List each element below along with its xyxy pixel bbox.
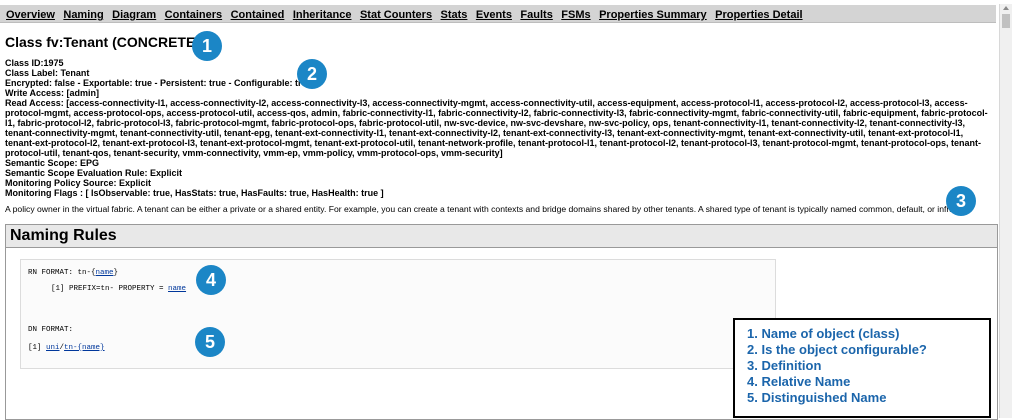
callout-badge-5: 5 — [195, 327, 225, 357]
dn-index: [1] — [28, 344, 47, 352]
write-access: Write Access: [admin] — [5, 88, 100, 98]
legend-item-2: 2. Is the object configurable? — [747, 342, 927, 357]
page-title: Class fv:Tenant (CONCRETE) — [5, 34, 200, 50]
naming-rules-header: Naming Rules — [6, 225, 997, 248]
nav-containers[interactable]: Containers — [165, 9, 222, 21]
scroll-up-arrow-icon[interactable] — [1003, 6, 1009, 10]
legend-item-5: 5. Distinguished Name — [747, 390, 887, 405]
legend-item-4: 4. Relative Name — [747, 374, 851, 389]
dn-format-line: [1] uni/tn-{name} — [28, 344, 105, 352]
class-label: Class Label: Tenant — [5, 68, 90, 78]
monitoring-flags: Monitoring Flags : [ IsObservable: true,… — [5, 188, 384, 198]
class-description: A policy owner in the virtual fabric. A … — [5, 204, 957, 214]
nav-properties-summary[interactable]: Properties Summary — [599, 9, 707, 21]
vertical-scrollbar[interactable] — [999, 4, 1012, 418]
naming-rules-heading: Naming Rules — [10, 227, 117, 244]
callout-badge-1: 1 — [192, 31, 222, 61]
nav-naming[interactable]: Naming — [63, 9, 103, 21]
nav-contained[interactable]: Contained — [231, 9, 285, 21]
nav-properties-detail[interactable]: Properties Detail — [715, 9, 802, 21]
rn-property-line: [1] PREFIX=tn- PROPERTY = name — [51, 285, 186, 293]
semantic-scope-rule: Semantic Scope Evaluation Rule: Explicit — [5, 168, 183, 178]
nav-diagram[interactable]: Diagram — [112, 9, 156, 21]
nav-fsms[interactable]: FSMs — [561, 9, 590, 21]
callout-badge-4: 4 — [196, 265, 226, 295]
rn-format-label: RN FORMAT: tn-{ — [28, 269, 96, 277]
rn-name-link[interactable]: name — [96, 269, 114, 277]
nav-overview[interactable]: Overview — [6, 9, 55, 21]
rn-format-line: RN FORMAT: tn-{name} — [28, 269, 118, 277]
scrollbar-thumb[interactable] — [1002, 14, 1010, 28]
dn-uni-link[interactable]: uni — [46, 344, 60, 352]
nav-faults[interactable]: Faults — [520, 9, 552, 21]
class-id: Class ID:1975 — [5, 58, 64, 68]
nav-stats[interactable]: Stats — [441, 9, 468, 21]
nav-events[interactable]: Events — [476, 9, 512, 21]
dn-format-label: DN FORMAT: — [28, 326, 74, 334]
dn-tn-name-link[interactable]: tn-{name} — [64, 344, 105, 352]
naming-code-box: RN FORMAT: tn-{name} [1] PREFIX=tn- PROP… — [20, 259, 776, 369]
rn-property-prefix: [1] PREFIX=tn- PROPERTY = — [51, 285, 169, 293]
callout-badge-3: 3 — [946, 186, 976, 216]
rn-property-link[interactable]: name — [168, 285, 186, 293]
callout-legend: 1. Name of object (class) 2. Is the obje… — [733, 318, 991, 418]
nav-inheritance[interactable]: Inheritance — [293, 9, 352, 21]
legend-item-1: 1. Name of object (class) — [747, 326, 900, 341]
semantic-scope: Semantic Scope: EPG — [5, 158, 100, 168]
callout-badge-2: 2 — [297, 59, 327, 89]
class-metadata: Class ID:1975 Class Label: Tenant Encryp… — [5, 58, 995, 198]
encrypted-info: Encrypted: false - Exportable: true - Pe… — [5, 78, 313, 88]
nav-stat-counters[interactable]: Stat Counters — [360, 9, 432, 21]
rn-format-close: } — [113, 269, 119, 277]
monitoring-policy: Monitoring Policy Source: Explicit — [5, 178, 152, 188]
legend-item-3: 3. Definition — [747, 358, 822, 373]
top-navigation: Overview Naming Diagram Containers Conta… — [0, 5, 996, 23]
read-access: Read Access: [access-connectivity-l1, ac… — [5, 98, 988, 158]
